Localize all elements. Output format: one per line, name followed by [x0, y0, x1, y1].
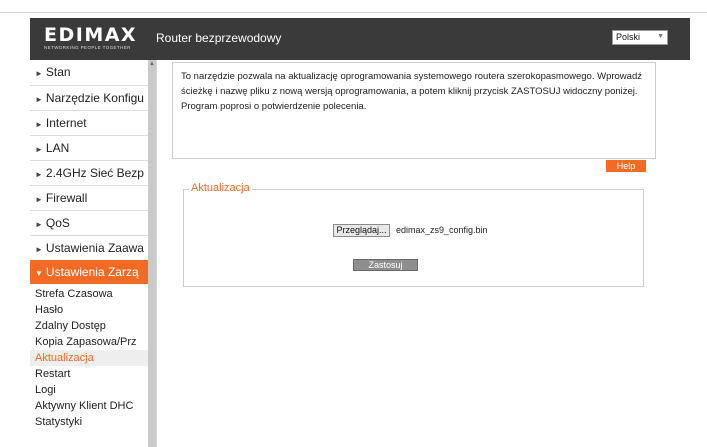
sidebar-item-label: Narzędzie Konfigu	[45, 91, 144, 105]
header-bar: EDIMAX NETWORKING PEOPLE TOGETHER Router…	[30, 18, 690, 60]
chevron-down-icon: ▼	[657, 33, 664, 40]
language-value: Polski	[616, 32, 641, 42]
sidebar-item-qos[interactable]: ► QoS	[30, 211, 148, 235]
scroll-up-icon[interactable]: ▲	[149, 61, 155, 67]
submenu-item-haslo[interactable]: Hasło	[30, 302, 148, 318]
sidebar-item-label: Internet	[45, 116, 87, 130]
language-select[interactable]: Polski ▼	[612, 30, 668, 45]
submenu-item-strefa-czasowa[interactable]: Strefa Czasowa	[30, 286, 148, 302]
sidebar-item-advanced[interactable]: ► Ustawienia Zaawa	[30, 236, 148, 260]
arrow-right-icon: ►	[35, 220, 43, 229]
sidebar-item-management[interactable]: ▼ Ustawienia Zarzą	[30, 260, 148, 284]
arrow-right-icon: ►	[35, 95, 43, 104]
sidebar-item-narzedzie-konfiguracji[interactable]: ► Narzędzie Konfigu	[30, 86, 148, 110]
sidebar-scrollbar[interactable]: ▲	[148, 60, 156, 447]
browse-button[interactable]: Przeglądaj...	[333, 224, 390, 237]
help-button[interactable]: Help	[606, 160, 646, 172]
submenu-item-dhcp-clients[interactable]: Aktywny Klient DHC	[30, 398, 148, 414]
selected-file-name: edimax_zs9_config.bin	[396, 225, 488, 235]
arrow-right-icon: ►	[35, 145, 43, 154]
submenu-item-kopia-zapasowa[interactable]: Kopia Zapasowa/Prz	[30, 334, 148, 350]
section-title: Aktualizacja	[189, 182, 252, 194]
description-box: To narzędzie pozwala na aktualizację opr…	[172, 62, 656, 159]
logo-text: EDIMAX	[44, 24, 138, 46]
arrow-right-icon: ►	[35, 170, 43, 179]
sidebar-item-label: LAN	[45, 141, 70, 155]
submenu-item-statystyki[interactable]: Statystyki	[30, 414, 148, 430]
arrow-right-icon: ►	[35, 195, 43, 204]
update-section	[183, 189, 644, 287]
sidebar-item-label: Ustawienia Zaawa	[45, 241, 144, 255]
sidebar-item-label: Stan	[45, 65, 71, 79]
edimax-logo: EDIMAX NETWORKING PEOPLE TOGETHER	[44, 25, 152, 53]
arrow-down-icon: ▼	[35, 269, 43, 278]
sidebar-item-stan[interactable]: ► Stan	[30, 60, 148, 84]
top-divider	[0, 12, 707, 13]
submenu-item-logi[interactable]: Logi	[30, 382, 148, 398]
submenu-item-zdalny-dostep[interactable]: Zdalny Dostęp	[30, 318, 148, 334]
sidebar-item-wireless[interactable]: ► 2.4GHz Sieć Bezp	[30, 161, 148, 185]
sidebar-item-lan[interactable]: ► LAN	[30, 136, 148, 160]
sidebar-item-label: 2.4GHz Sieć Bezp	[45, 166, 144, 180]
arrow-right-icon: ►	[35, 120, 43, 129]
sidebar-item-label: Ustawienia Zarzą	[45, 265, 139, 279]
sidebar-item-label: QoS	[45, 216, 70, 230]
arrow-right-icon: ►	[35, 69, 43, 78]
sidebar-item-label: Firewall	[45, 191, 88, 205]
submenu-item-aktualizacja[interactable]: Aktualizacja	[30, 350, 148, 366]
apply-button[interactable]: Zastosuj	[353, 259, 418, 271]
sidebar-item-internet[interactable]: ► Internet	[30, 111, 148, 135]
sidebar: ► Stan ► Narzędzie Konfigu ► Internet ► LAN …	[30, 60, 148, 447]
page-title: Router bezprzewodowy	[156, 31, 282, 45]
sidebar-item-firewall[interactable]: ► Firewall	[30, 186, 148, 210]
description-text: To narzędzie pozwala na aktualizację opr…	[181, 71, 642, 112]
submenu-item-restart[interactable]: Restart	[30, 366, 148, 382]
arrow-right-icon: ►	[35, 245, 43, 254]
